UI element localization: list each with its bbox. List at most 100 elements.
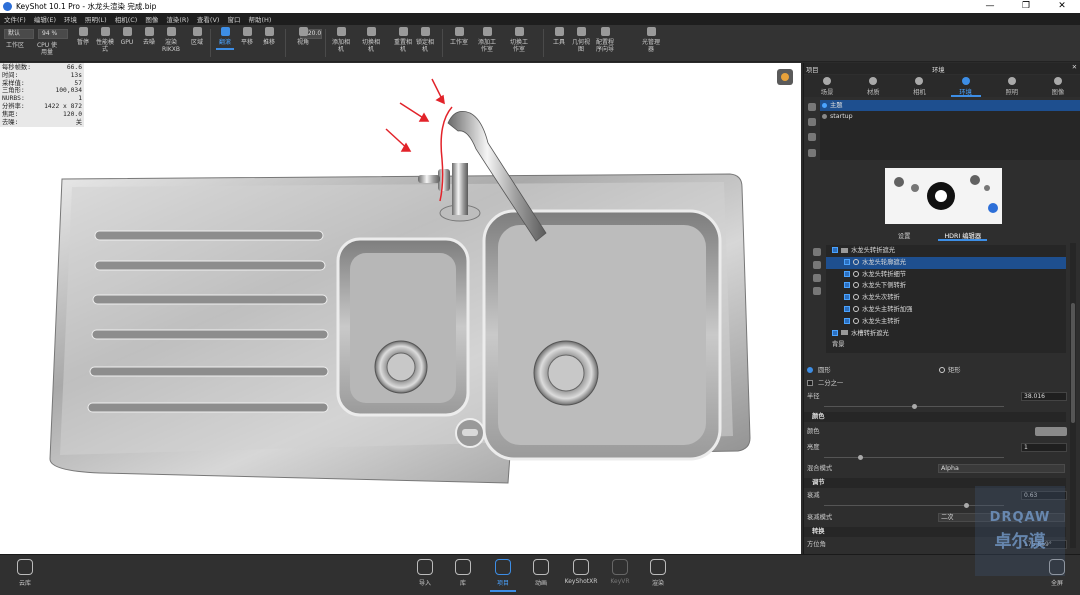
gpu-button[interactable]: GPU — [116, 27, 138, 46]
studio-button[interactable]: 工作室 — [448, 27, 470, 46]
tab-scene[interactable]: 场景 — [804, 75, 850, 97]
scrollbar-thumb[interactable] — [1071, 303, 1075, 423]
menu-camera[interactable]: 相机(C) — [111, 14, 142, 24]
tab-hdri-editor[interactable]: HDRI 编辑器 — [938, 231, 988, 241]
tab-environment[interactable]: 环境 — [943, 75, 989, 97]
reset-camera-button[interactable]: 重置相机 — [392, 27, 414, 53]
environment-item[interactable]: 主题 — [820, 100, 1080, 111]
keyshotxr-button[interactable]: KeyShotXR — [564, 559, 598, 585]
zoom-select[interactable]: 94 % — [38, 29, 68, 39]
add-studio-button[interactable]: 添加工作室 — [476, 27, 498, 53]
close-button[interactable]: ✕ — [1044, 0, 1080, 13]
radius-slider[interactable] — [824, 404, 1004, 409]
tree-row[interactable]: 水龙头轮廓遮光 — [826, 256, 1066, 269]
brightness-input[interactable]: 1 — [1021, 443, 1067, 452]
panel-close-icon[interactable]: ✕ — [1072, 64, 1077, 71]
rect-radio[interactable] — [939, 367, 945, 373]
minimize-button[interactable]: — — [972, 0, 1008, 13]
geometry-view-button[interactable]: 几何视图 — [570, 27, 592, 53]
animation-button[interactable]: 动画 — [524, 559, 558, 587]
tab-lighting[interactable]: 照明 — [989, 75, 1035, 97]
radius-input[interactable]: 38.016 — [1021, 392, 1067, 401]
configurator-button[interactable]: 配置程序向导 — [594, 27, 616, 53]
menu-lighting[interactable]: 照明(L) — [81, 14, 111, 24]
copy-environment-icon[interactable] — [808, 133, 816, 141]
pause-button[interactable]: 暂停 — [72, 27, 94, 46]
slider-knob[interactable] — [964, 503, 969, 508]
duplicate-environment-icon[interactable] — [808, 118, 816, 126]
tab-image[interactable]: 图像 — [1035, 75, 1080, 97]
color-section-header[interactable]: 颜色 — [804, 412, 1066, 422]
region-button[interactable]: 区域 — [186, 27, 208, 46]
tumble-button[interactable]: 翻滚 — [214, 27, 236, 50]
performance-button[interactable]: 性能模式 — [94, 27, 116, 53]
tab-settings[interactable]: 设置 — [898, 231, 911, 241]
color-swatch[interactable] — [1035, 427, 1067, 436]
cloud-library-button[interactable]: 云库 — [8, 559, 42, 587]
workspace-select[interactable]: 默认 — [4, 29, 34, 39]
lock-camera-button[interactable]: 锁定相机 — [414, 27, 436, 53]
circle-radio[interactable] — [807, 367, 813, 373]
brightness-slider[interactable] — [824, 455, 1004, 460]
panel-scrollbar[interactable] — [1070, 243, 1076, 548]
half-checkbox[interactable] — [807, 380, 813, 386]
environment-item[interactable]: startup — [820, 111, 1080, 122]
move-up-icon[interactable] — [813, 248, 821, 256]
add-pin-icon[interactable] — [813, 274, 821, 282]
tools-button[interactable]: 工具 — [548, 27, 570, 46]
menu-image[interactable]: 图像 — [141, 14, 162, 24]
viewport-mode-icon[interactable] — [777, 69, 793, 85]
tree-row[interactable]: 背景 — [826, 339, 1066, 351]
tree-row[interactable]: 水龙头下侧转折 — [826, 280, 1066, 292]
visibility-checkbox[interactable] — [832, 247, 838, 253]
tab-camera[interactable]: 相机 — [896, 75, 942, 97]
slider-knob[interactable] — [912, 404, 917, 409]
visibility-checkbox[interactable] — [844, 294, 850, 301]
switch-studio-button[interactable]: 切换工作室 — [508, 27, 530, 53]
tab-material[interactable]: 材质 — [850, 75, 896, 97]
menu-render[interactable]: 渲染(R) — [162, 14, 193, 24]
visibility-checkbox[interactable] — [844, 305, 850, 312]
target-icon[interactable] — [813, 287, 821, 295]
menu-environment[interactable]: 环境 — [60, 14, 81, 24]
menu-window[interactable]: 窗口 — [223, 14, 244, 24]
tree-row[interactable]: 水槽转折遮光 — [826, 328, 1066, 340]
tree-row[interactable]: 水龙头转折细节 — [826, 269, 1066, 281]
tree-row[interactable]: 水龙头主转折 — [826, 316, 1066, 328]
menu-file[interactable]: 文件(F) — [0, 14, 30, 24]
dolly-button[interactable]: 推移 — [258, 27, 280, 46]
tree-row[interactable]: 水龙头主转折加强 — [826, 304, 1066, 316]
move-down-icon[interactable] — [813, 261, 821, 269]
delete-environment-icon[interactable] — [808, 149, 816, 157]
blend-mode-select[interactable]: Alpha — [938, 464, 1065, 473]
switch-camera-button[interactable]: 切换相机 — [360, 27, 382, 53]
library-button[interactable]: 库 — [446, 559, 480, 587]
render-region-button[interactable]: 渲染 RIKXB — [160, 27, 182, 53]
menu-edit[interactable]: 编辑(E) — [30, 14, 60, 24]
render-viewport[interactable]: 每秒帧数: 66.6 时间: 13s 采样值: 57 三角形: 100,034 NURBS: 1 分… — [0, 63, 801, 554]
denoise-button[interactable]: 去噪 — [138, 27, 160, 46]
pan-button[interactable]: 平移 — [236, 27, 258, 46]
light-manager-button[interactable]: 光管理器 — [640, 27, 662, 53]
visibility-checkbox[interactable] — [844, 270, 850, 277]
menu-view[interactable]: 查看(V) — [193, 14, 224, 24]
visibility-checkbox[interactable] — [832, 329, 838, 336]
tree-row[interactable]: 水龙头转折遮光 — [826, 245, 1066, 257]
add-environment-icon[interactable] — [808, 103, 816, 111]
hdri-preview-image[interactable] — [885, 168, 1002, 224]
cpu-button[interactable]: CPU 使用量 — [36, 42, 58, 56]
tree-row[interactable]: 水龙头次转折 — [826, 292, 1066, 304]
render-button[interactable]: 渲染 — [641, 559, 675, 587]
keyvr-button[interactable]: KeyVR — [603, 559, 637, 585]
menu-help[interactable]: 帮助(H) — [244, 14, 275, 24]
project-button[interactable]: 项目 — [486, 559, 520, 592]
workspace-button[interactable]: 工作区 — [4, 42, 26, 49]
maximize-button[interactable]: ❐ — [1008, 0, 1044, 13]
slider-knob[interactable] — [858, 455, 863, 460]
visibility-checkbox[interactable] — [844, 317, 850, 324]
view-angle-button[interactable]: 视角 — [292, 27, 314, 46]
visibility-checkbox[interactable] — [844, 282, 850, 289]
import-button[interactable]: 导入 — [408, 559, 442, 587]
visibility-checkbox[interactable] — [844, 258, 850, 265]
add-camera-button[interactable]: 添加相机 — [330, 27, 352, 53]
